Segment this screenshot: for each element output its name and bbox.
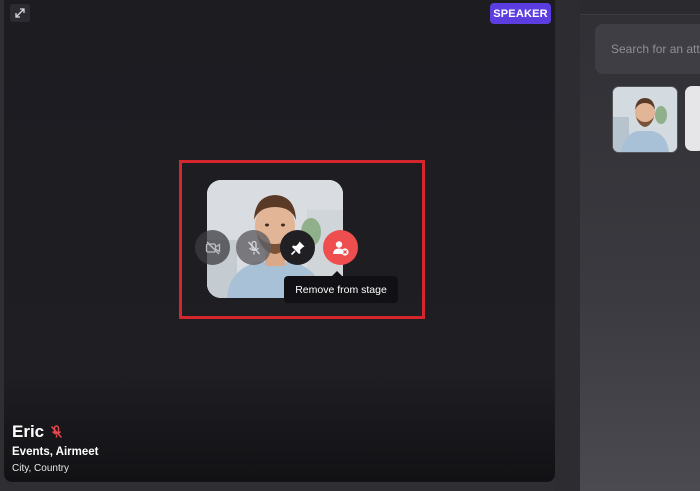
speaker-badge: SPEAKER (490, 3, 551, 24)
attendee-thumbnail-partial[interactable] (685, 86, 700, 151)
highlight-annotation (179, 160, 425, 319)
sidebar-top-strip (580, 0, 700, 15)
speaker-location: City, Country (12, 463, 70, 474)
speaker-info: Eric Events, Airmeet City, Country (12, 422, 99, 474)
speaker-name: Eric (12, 422, 45, 441)
muted-mic-icon (51, 425, 63, 439)
attendee-sidebar: Search for an att (580, 0, 700, 491)
expand-icon (15, 8, 25, 18)
speaker-company: Events, Airmeet (12, 446, 99, 458)
expand-button[interactable] (10, 4, 30, 22)
attendee-search-input[interactable]: Search for an att (595, 24, 700, 74)
attendee-avatar (613, 87, 677, 152)
attendee-thumbnail[interactable] (612, 86, 678, 153)
panel-divider (555, 0, 580, 491)
